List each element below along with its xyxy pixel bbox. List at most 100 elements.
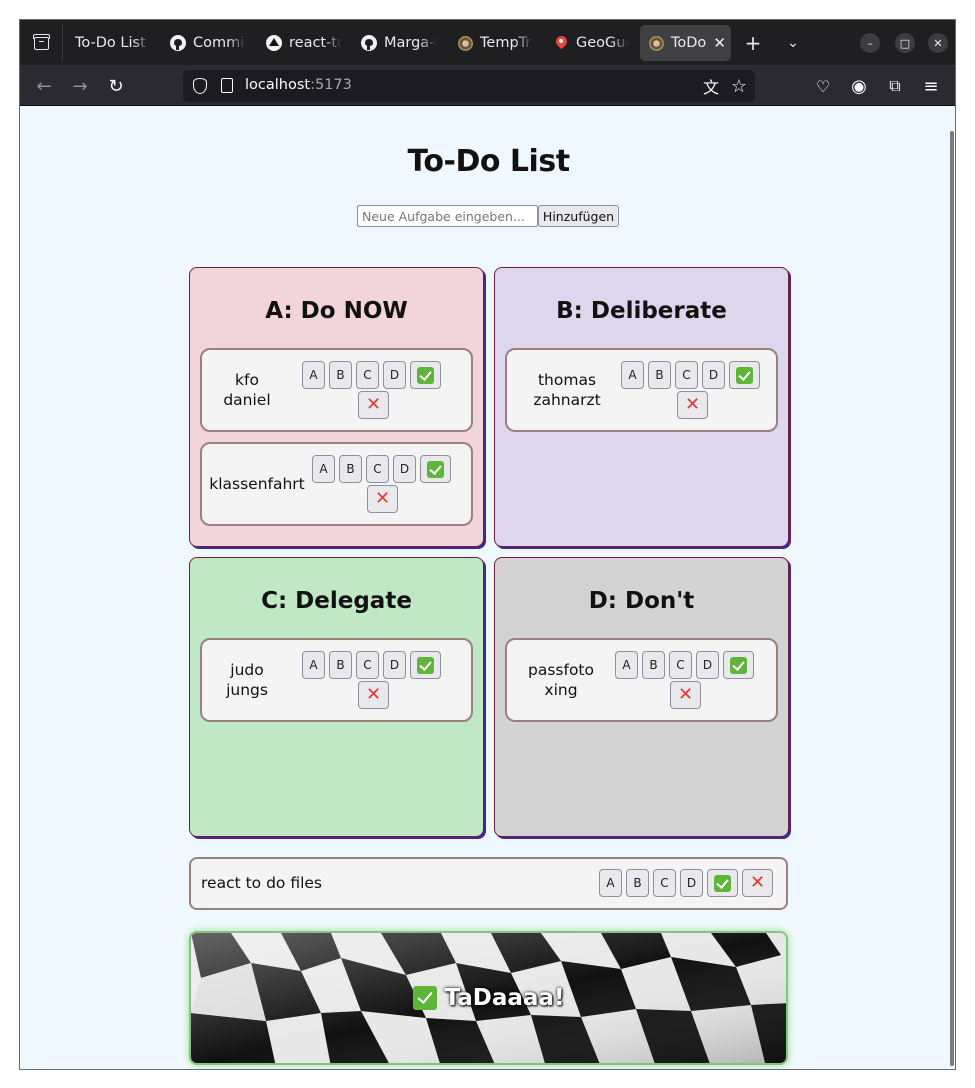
task-card: klassenfahrt A B C D ✕: [200, 442, 473, 526]
move-to-b-button[interactable]: B: [648, 361, 671, 389]
task-card: thomas zahnarzt A B C D ✕: [505, 348, 778, 432]
move-to-b-button[interactable]: B: [642, 651, 665, 679]
delete-x-icon: ✕: [365, 684, 382, 705]
done-banner: TaDaaaa!: [189, 931, 788, 1065]
task-card: judo jungs A B C D ✕: [200, 638, 473, 722]
complete-button[interactable]: [420, 455, 451, 483]
move-to-a-button[interactable]: A: [312, 455, 335, 483]
tab-list-icon: [32, 33, 50, 50]
shield-icon[interactable]: [193, 78, 207, 94]
task-actions-2: ✕: [367, 485, 398, 513]
unsorted-task-card: react to do files A B C D ✕: [189, 857, 788, 910]
scrollbar[interactable]: [950, 131, 954, 1066]
page-title: To-Do List: [407, 144, 570, 179]
triangle-icon: [266, 35, 282, 51]
delete-x-icon: ✕: [365, 394, 382, 415]
delete-x-icon: ✕: [677, 684, 694, 705]
move-to-d-button[interactable]: D: [702, 361, 725, 389]
move-to-d-button[interactable]: D: [383, 651, 406, 679]
task-text: kfo daniel: [223, 371, 271, 409]
complete-button[interactable]: [707, 869, 738, 897]
map-pin-icon: [553, 35, 569, 51]
move-to-c-button[interactable]: C: [366, 455, 389, 483]
move-to-c-button[interactable]: C: [669, 651, 692, 679]
close-window-button[interactable]: ✕: [928, 33, 948, 53]
account-icon[interactable]: ◉: [847, 74, 871, 98]
forward-button[interactable]: →: [68, 74, 92, 98]
new-task-input[interactable]: [357, 205, 538, 227]
arrow-right-icon: →: [72, 75, 88, 97]
move-to-b-button[interactable]: B: [329, 651, 352, 679]
tab-react-to[interactable]: react-to: [266, 25, 342, 61]
check-icon: [736, 366, 753, 384]
quadrant-a: A: Do NOW kfo daniel A B C D ✕ klassenfa…: [189, 267, 484, 547]
done-banner-label: TaDaaaa!: [444, 985, 565, 1011]
tab-geogue[interactable]: GeoGue: [553, 25, 629, 61]
quadrant-title: A: Do NOW: [265, 298, 408, 324]
menu-icon[interactable]: ≡: [919, 74, 943, 98]
task-actions: A B C D ✕: [599, 869, 773, 897]
complete-button[interactable]: [410, 651, 441, 679]
move-to-c-button[interactable]: C: [653, 869, 676, 897]
delete-button[interactable]: ✕: [742, 869, 773, 897]
move-to-a-button[interactable]: A: [302, 361, 325, 389]
move-to-a-button[interactable]: A: [615, 651, 638, 679]
tab-commit[interactable]: Commit: [170, 25, 246, 61]
quadrant-title: B: Deliberate: [556, 298, 727, 324]
reload-button[interactable]: ↻: [104, 74, 128, 98]
delete-button[interactable]: ✕: [367, 485, 398, 513]
move-to-d-button[interactable]: D: [680, 869, 703, 897]
maximize-button[interactable]: □: [895, 33, 915, 53]
url-port: :5173: [310, 77, 352, 93]
complete-button[interactable]: [723, 651, 754, 679]
tab-strip: To-Do List v Commit react-to Marga-L Tem…: [20, 20, 955, 65]
minimize-icon: –: [867, 36, 873, 50]
move-to-a-button[interactable]: A: [621, 361, 644, 389]
chevron-down-icon: ⌄: [787, 35, 799, 51]
tab-overflow-button[interactable]: ⌄: [780, 30, 806, 56]
quadrant-c: C: Delegate judo jungs A B C D ✕: [189, 557, 484, 837]
quadrant-title: D: Don't: [588, 588, 695, 614]
delete-button[interactable]: ✕: [670, 681, 701, 709]
pocket-icon[interactable]: ♡: [811, 74, 835, 98]
minimize-button[interactable]: –: [860, 33, 880, 53]
url-host: localhost: [245, 77, 311, 93]
browser-window: To-Do List v Commit react-to Marga-L Tem…: [19, 19, 956, 1070]
move-to-b-button[interactable]: B: [339, 455, 362, 483]
complete-button[interactable]: [410, 361, 441, 389]
close-tab-icon[interactable]: ✕: [713, 34, 726, 52]
tab-marga[interactable]: Marga-L: [361, 25, 437, 61]
add-task-button[interactable]: Hinzufügen: [538, 205, 619, 227]
move-to-a-button[interactable]: A: [599, 869, 622, 897]
tab-todo-active[interactable]: ToDo ✕: [640, 25, 731, 61]
delete-button[interactable]: ✕: [677, 391, 708, 419]
app-icon: [648, 35, 664, 51]
move-to-b-button[interactable]: B: [626, 869, 649, 897]
new-tab-button[interactable]: +: [740, 30, 766, 56]
tab-temptr[interactable]: TempTr: [457, 25, 533, 61]
translate-icon[interactable]: 文: [699, 74, 723, 98]
back-button[interactable]: ←: [32, 74, 56, 98]
url-text[interactable]: localhost:5173: [245, 77, 352, 93]
delete-button[interactable]: ✕: [358, 391, 389, 419]
move-to-d-button[interactable]: D: [696, 651, 719, 679]
move-to-a-button[interactable]: A: [302, 651, 325, 679]
move-to-b-button[interactable]: B: [329, 361, 352, 389]
move-to-c-button[interactable]: C: [356, 651, 379, 679]
list-all-tabs-button[interactable]: [28, 30, 54, 56]
reload-icon: ↻: [108, 75, 124, 97]
extensions-icon[interactable]: ⧉: [883, 74, 907, 98]
move-to-d-button[interactable]: D: [393, 455, 416, 483]
url-bar[interactable]: localhost:5173 文 ☆: [183, 70, 755, 102]
task-card: kfo daniel A B C D ✕: [200, 348, 473, 432]
quadrant-title: C: Delegate: [261, 588, 412, 614]
move-to-c-button[interactable]: C: [675, 361, 698, 389]
complete-button[interactable]: [729, 361, 760, 389]
bookmark-star-icon[interactable]: ☆: [727, 74, 751, 98]
move-to-d-button[interactable]: D: [383, 361, 406, 389]
move-to-c-button[interactable]: C: [356, 361, 379, 389]
github-icon: [170, 35, 186, 51]
delete-button[interactable]: ✕: [358, 681, 389, 709]
delete-x-icon: ✕: [749, 872, 766, 893]
tab-todo-list[interactable]: To-Do List v: [75, 25, 151, 61]
